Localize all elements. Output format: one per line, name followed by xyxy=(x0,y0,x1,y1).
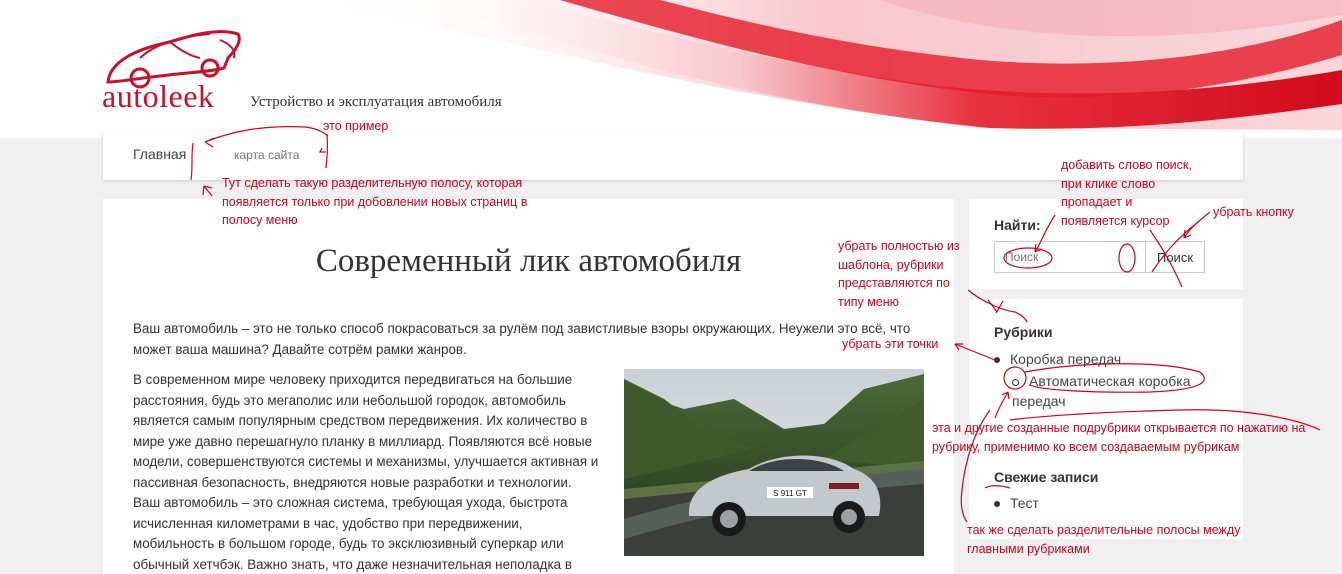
article-paragraph: Ваш автомобиль – это сложная система, тр… xyxy=(133,495,572,572)
annotation-separator: Тут сделать такую разделительную полосу,… xyxy=(222,176,528,227)
list-item[interactable]: Коробка передач xyxy=(994,351,1121,367)
rubric-link[interactable]: Коробка передач xyxy=(1010,351,1121,367)
rubrics-title: Рубрики xyxy=(994,324,1053,340)
hollow-bullet-icon xyxy=(1012,378,1019,386)
site-tagline: Устройство и эксплуатация автомобиля xyxy=(250,94,502,110)
search-input[interactable] xyxy=(994,241,1146,273)
site-logo-text[interactable]: autoleek xyxy=(102,78,214,115)
annotation-subrubrics: эта и другие созданные подрубрики открыв… xyxy=(932,421,1306,454)
list-item[interactable]: Тест xyxy=(994,495,1039,511)
nav-item-sitemap[interactable]: карта сайта xyxy=(234,148,299,162)
search-widget-title: Найти: xyxy=(994,217,1041,233)
nav-item-home[interactable]: Главная xyxy=(133,146,186,162)
bullet-dot-icon xyxy=(994,501,1000,508)
annotation-example: это пример xyxy=(323,119,389,133)
annotation-main-separators: так же сделать разделительные полосы меж… xyxy=(967,523,1241,556)
annotation-remove-rubrics: убрать полностью из шаблона, рубрики пре… xyxy=(838,239,960,309)
recent-posts-title: Свежие записи xyxy=(994,469,1099,485)
list-item[interactable]: Автоматическая коробка передач xyxy=(1012,371,1212,411)
article-content: Современный лик автомобиля Ваш автомобил… xyxy=(103,199,954,574)
recent-post-link[interactable]: Тест xyxy=(1010,495,1039,511)
article-paragraph: В современном мире человеку приходится п… xyxy=(133,372,599,490)
bullet-dot-icon xyxy=(994,357,1000,364)
annotation-remove-dots: убрать эти точки xyxy=(842,337,939,351)
article-paragraph: Ваш автомобиль – это не только способ по… xyxy=(133,321,911,357)
site-header: autoleek Устройство и эксплуатация автом… xyxy=(0,0,1342,138)
search-button[interactable]: Поиск xyxy=(1146,241,1205,273)
annotation-remove-button: убрать кнопку xyxy=(1213,205,1294,219)
article-title: Современный лик автомобиля xyxy=(315,243,742,279)
annotation-add-word: добавить слово поиск, при клике слово пр… xyxy=(1061,158,1192,228)
car-photo: S 911 GT xyxy=(624,369,924,556)
subrubric-link[interactable]: Автоматическая коробка передач xyxy=(1012,373,1191,409)
car-plate: S 911 GT xyxy=(773,489,807,498)
